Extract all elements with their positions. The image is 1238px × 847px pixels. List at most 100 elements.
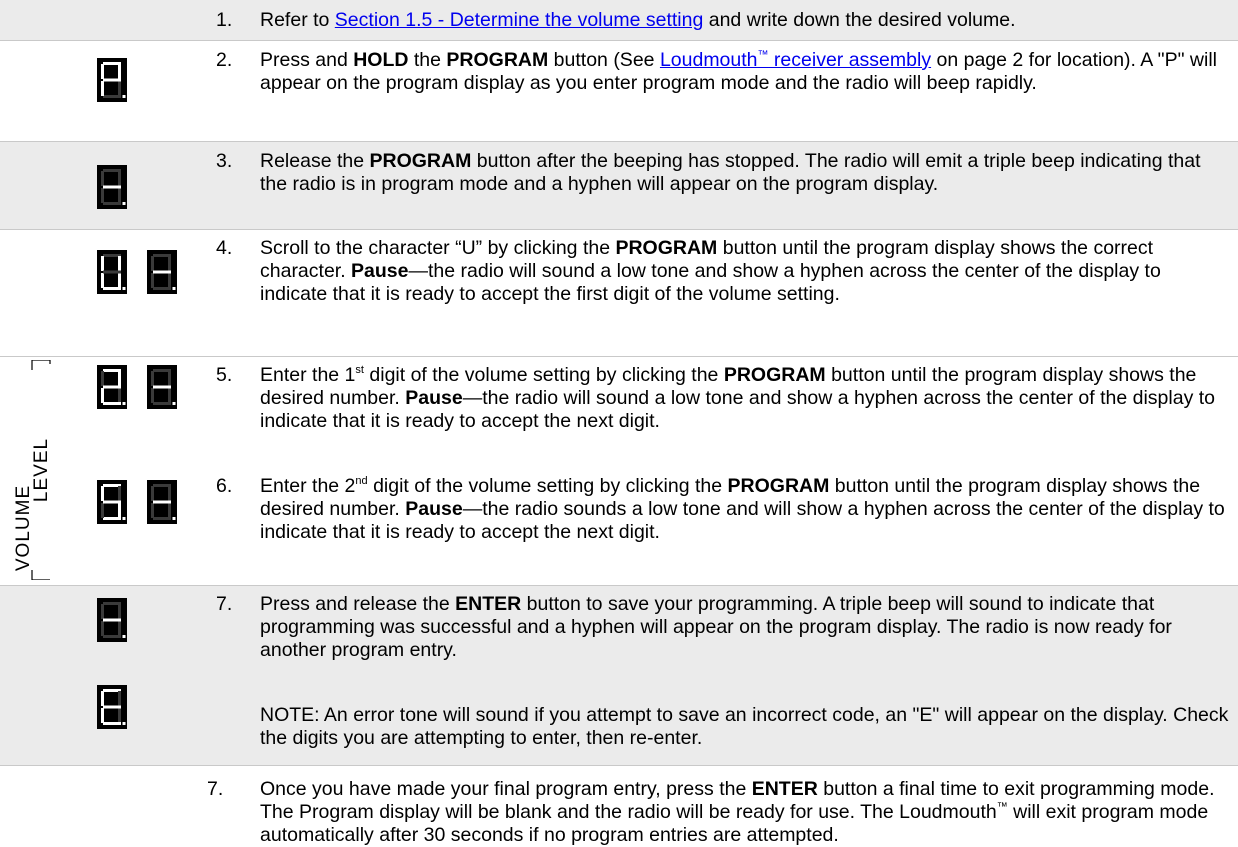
segment-c <box>168 273 171 288</box>
segment-d <box>103 95 121 98</box>
step-3-number: 3. <box>216 150 233 172</box>
seven-segment-glyph <box>151 369 176 405</box>
segment-g <box>153 385 171 389</box>
seven-segment-glyph <box>101 602 126 638</box>
receiver-assembly-link[interactable]: Loudmouth™ receiver assembly <box>660 49 931 71</box>
segment-e <box>101 188 104 203</box>
decimal-point <box>122 635 126 638</box>
segment-f <box>101 604 104 619</box>
segment-e <box>151 388 154 403</box>
segment-g <box>153 270 171 274</box>
seven-segment-glyph <box>101 369 126 405</box>
segment-f <box>101 486 104 501</box>
step-3-text: Release the PROGRAM button after the bee… <box>260 150 1201 195</box>
seven-segment-glyph <box>151 254 176 290</box>
display-step5-hyphen <box>147 365 177 409</box>
display-note-e <box>97 685 127 729</box>
segment-c <box>118 503 121 518</box>
display-step3-hyphen <box>97 165 127 209</box>
step-7-text: Press and release the ENTER button to sa… <box>260 593 1172 661</box>
display-step5-digit <box>97 365 127 409</box>
final-step-number: 7. <box>207 778 224 800</box>
segment-d <box>153 287 171 290</box>
segment-c <box>168 503 171 518</box>
step-7-number: 7. <box>216 593 233 615</box>
step-2-number: 2. <box>216 49 233 71</box>
segment-d <box>103 402 121 405</box>
segment-g <box>103 78 121 82</box>
segment-c <box>118 81 121 96</box>
segment-e <box>101 388 104 403</box>
segment-f <box>101 64 104 79</box>
segment-d <box>103 202 121 205</box>
segment-c <box>118 273 121 288</box>
segment-b <box>118 256 121 271</box>
decimal-point <box>172 287 176 290</box>
step-5-text: Enter the 1st digit of the volume settin… <box>260 363 1216 432</box>
segment-f <box>151 486 154 501</box>
seven-segment-glyph <box>101 169 126 205</box>
decimal-point <box>122 517 126 520</box>
segment-c <box>118 388 121 403</box>
segment-e <box>101 621 104 636</box>
display-step6-hyphen <box>147 480 177 524</box>
segment-d <box>153 517 171 520</box>
segment-b <box>118 371 121 386</box>
segment-f <box>101 691 104 706</box>
seven-segment-glyph <box>101 484 126 520</box>
segment-g <box>153 500 171 504</box>
segment-d <box>153 402 171 405</box>
segment-g <box>103 705 121 709</box>
display-step7-hyphen <box>97 598 127 642</box>
segment-f <box>151 256 154 271</box>
decimal-point <box>172 517 176 520</box>
step-6-text: Enter the 2nd digit of the volume settin… <box>260 474 1225 543</box>
decimal-point <box>122 287 126 290</box>
display-step4-u <box>97 250 127 294</box>
step-5-number: 5. <box>216 364 233 386</box>
segment-g <box>103 270 121 274</box>
decimal-point <box>172 402 176 405</box>
segment-b <box>168 256 171 271</box>
segment-d <box>103 722 121 725</box>
segment-b <box>118 171 121 186</box>
segment-e <box>101 708 104 723</box>
seven-segment-glyph <box>101 62 126 98</box>
segment-c <box>118 188 121 203</box>
step-4-text: Scroll to the character “U” by clicking … <box>260 237 1161 305</box>
level-text: LEVEL <box>31 438 52 502</box>
segment-e <box>101 81 104 96</box>
volume-level-label: VOLUME LEVEL <box>12 360 62 580</box>
step-6-number: 6. <box>216 475 233 497</box>
segment-b <box>168 371 171 386</box>
segment-c <box>118 621 121 636</box>
step-2-text: Press and HOLD the PROGRAM button (See L… <box>260 48 1217 94</box>
segment-c <box>168 388 171 403</box>
display-step2-p <box>97 58 127 102</box>
section-1-5-link[interactable]: Section 1.5 - Determine the volume setti… <box>335 9 704 31</box>
segment-e <box>151 503 154 518</box>
final-step-text: Once you have made your final program en… <box>260 778 1215 846</box>
segment-e <box>151 273 154 288</box>
segment-e <box>101 503 104 518</box>
step-1-number: 1. <box>216 9 233 31</box>
segment-g <box>103 385 121 389</box>
decimal-point <box>122 402 126 405</box>
segment-b <box>168 486 171 501</box>
decimal-point <box>122 722 126 725</box>
step-1-text: Refer to Section 1.5 - Determine the vol… <box>260 9 1016 31</box>
segment-g <box>103 618 121 622</box>
seven-segment-glyph <box>101 254 126 290</box>
segment-b <box>118 691 121 706</box>
decimal-point <box>122 95 126 98</box>
display-step6-digit <box>97 480 127 524</box>
bracket-top <box>32 360 51 364</box>
display-step4-hyphen <box>147 250 177 294</box>
segment-f <box>101 256 104 271</box>
segment-g <box>103 500 121 504</box>
step-4-number: 4. <box>216 237 233 259</box>
seven-segment-glyph <box>151 484 176 520</box>
decimal-point <box>122 202 126 205</box>
segment-b <box>118 604 121 619</box>
seven-segment-glyph <box>101 689 126 725</box>
